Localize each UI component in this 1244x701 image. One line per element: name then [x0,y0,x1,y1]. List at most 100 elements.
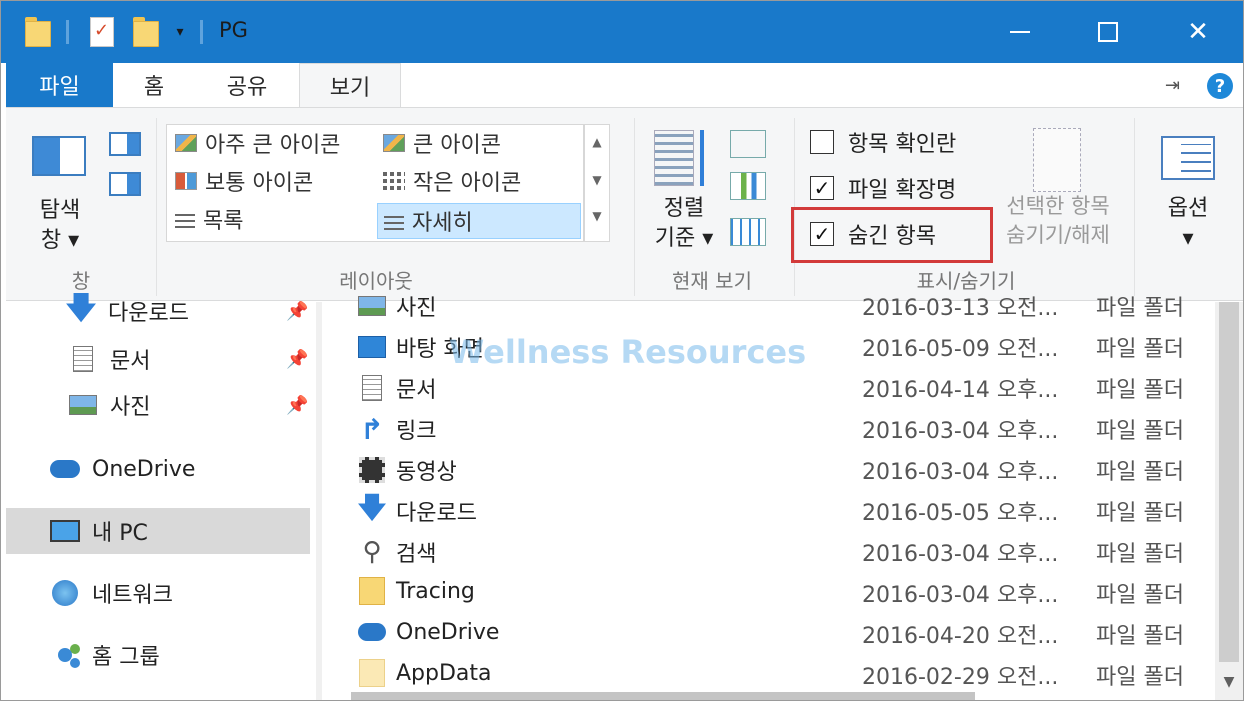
file-date: 2016-02-29 오전... [862,665,1059,690]
folder-icon [358,577,386,605]
layout-item-label: 보통 아이콘 [205,171,314,196]
layout-gallery: 아주 큰 아이콘 큰 아이콘 보통 아이콘 작은 아이콘 목록 자세히 [166,124,584,242]
nav-item-label: OneDrive [92,456,196,482]
hide-selected-items-button: 선택한 항목 숨기기/해제 [988,192,1128,250]
vertical-scrollbar[interactable]: ▼ [1215,302,1243,700]
group-by-icon[interactable] [730,130,766,158]
options-button[interactable]: 옵션 ▾ [1148,194,1228,254]
onedrive-icon [358,618,386,646]
layout-details[interactable]: 자세히 [377,203,581,239]
checkbox-label: 파일 확장명 [848,178,957,203]
layout-list[interactable]: 목록 [175,201,375,237]
table-row[interactable]: Tracing 2016-03-04 오후... 파일 폴더 [322,571,1222,611]
layout-item-label: 작은 아이콘 [413,171,522,196]
nav-item-network[interactable]: 네트워크 [6,570,310,616]
size-columns-icon[interactable] [730,218,766,246]
file-name: 검색 [396,542,437,567]
new-folder-icon[interactable] [131,15,161,49]
details-icon [384,212,404,230]
layout-small-icons[interactable]: 작은 아이콘 [383,163,579,199]
file-type: 파일 폴더 [1096,583,1184,608]
layout-extra-large-icons[interactable]: 아주 큰 아이콘 [175,125,375,161]
table-row[interactable]: 동영상 2016-03-04 오후... 파일 폴더 [322,448,1222,488]
download-arrow-icon: 🡇 [65,290,97,326]
table-row[interactable]: 문서 2016-04-14 오후... 파일 폴더 [322,366,1222,406]
nav-item-label: 문서 [110,349,151,374]
item-check-boxes-toggle[interactable]: 항목 확인란 [810,124,956,160]
file-date: 2016-03-04 오후... [862,419,1059,444]
scroll-down-icon[interactable]: ▼ [1215,674,1243,690]
file-type: 파일 폴더 [1096,665,1184,690]
details-pane-icon[interactable] [109,172,141,196]
horizontal-scrollbar[interactable] [351,692,975,700]
scroll-up-icon[interactable]: ▲ [585,135,609,149]
table-row[interactable]: 바탕 화면 2016-05-09 오전... 파일 폴더 [322,325,1222,365]
pin-ribbon-icon[interactable]: ⇥ [1165,75,1180,96]
nav-item-pictures[interactable]: 사진 📌 [6,382,310,428]
tab-file[interactable]: 파일 [6,63,113,107]
large-icons-icon [383,134,405,152]
layout-item-label: 자세히 [412,211,473,236]
file-date: 2016-03-04 오후... [862,460,1059,485]
close-button[interactable]: ✕ [1153,1,1243,63]
table-row[interactable]: 🡇 다운로드 2016-05-05 오후... 파일 폴더 [322,489,1222,529]
scroll-down-icon[interactable]: ▼ [585,173,609,187]
desktop-icon [358,333,386,361]
pin-icon[interactable]: 📌 [286,349,308,370]
maximize-button[interactable] [1063,1,1153,63]
properties-icon[interactable] [87,15,117,49]
scrollbar-thumb[interactable] [1219,302,1239,662]
picture-icon [358,292,386,320]
network-icon [50,578,80,608]
nav-item-label: 다운로드 [108,301,189,326]
checkbox-label: 항목 확인란 [848,132,957,157]
tab-view[interactable]: 보기 [299,63,401,108]
table-row[interactable]: ⚲ 검색 2016-03-04 오후... 파일 폴더 [322,530,1222,570]
document-icon [358,374,386,402]
file-date: 2016-03-04 오후... [862,542,1059,567]
add-columns-icon[interactable] [730,172,766,200]
checkbox-item-check-boxes[interactable] [810,130,834,154]
nav-item-onedrive[interactable]: OneDrive [6,446,310,492]
options-dropdown-icon: ▾ [1182,226,1194,251]
preview-pane-icon[interactable] [109,132,141,156]
nav-item-this-pc[interactable]: 내 PC [6,508,310,554]
sort-by-button[interactable]: 정렬 기준 ▾ [642,194,726,254]
file-type: 파일 폴더 [1096,419,1184,444]
tab-home[interactable]: 홈 [127,63,181,107]
help-icon[interactable]: ? [1207,73,1233,99]
pin-icon[interactable]: 📌 [286,301,308,322]
gallery-expand-icon[interactable]: ▼ [585,209,609,223]
nav-item-documents[interactable]: 문서 📌 [6,336,310,382]
layout-large-icons[interactable]: 큰 아이콘 [383,125,579,161]
nav-item-label: 홈 그룹 [92,645,160,670]
pin-icon[interactable]: 📌 [286,395,308,416]
sort-by-label: 정렬 [663,196,705,221]
file-date: 2016-05-05 오후... [862,501,1059,526]
close-icon: ✕ [1187,17,1209,47]
navigation-pane-button[interactable]: 탐색 창 ▾ [20,196,100,256]
nav-item-homegroup[interactable]: 홈 그룹 [6,632,310,678]
quick-access-dropdown-icon[interactable]: ▾ [169,15,191,49]
onedrive-icon [50,454,80,484]
table-row[interactable]: ↱ 링크 2016-03-04 오후... 파일 폴더 [322,407,1222,447]
nav-item-downloads[interactable]: 🡇 다운로드 📌 [6,288,310,334]
table-row[interactable]: AppData 2016-02-29 오전... 파일 폴더 [322,653,1222,693]
picture-icon [68,390,98,420]
options-icon[interactable] [1161,136,1215,180]
minimize-button[interactable] [975,1,1065,63]
layout-medium-icons[interactable]: 보통 아이콘 [175,163,375,199]
download-arrow-icon: 🡇 [357,491,387,524]
tab-share[interactable]: 공유 [209,63,285,107]
hide-selected-label: 선택한 항목 [1006,194,1110,218]
table-row[interactable]: OneDrive 2016-04-20 오전... 파일 폴더 [322,612,1222,652]
file-name: 링크 [396,419,437,444]
table-row[interactable]: 사진 2016-03-13 오전... 파일 폴더 [322,284,1222,324]
monitor-icon [50,516,80,546]
layout-gallery-scroll[interactable]: ▲ ▼ ▼ [584,124,610,242]
navigation-pane-icon[interactable] [32,136,86,176]
checkbox-file-extensions[interactable]: ✓ [810,176,834,200]
sort-by-icon[interactable] [654,130,718,188]
folder-icon[interactable] [23,15,53,49]
file-extensions-toggle[interactable]: ✓ 파일 확장명 [810,170,956,206]
